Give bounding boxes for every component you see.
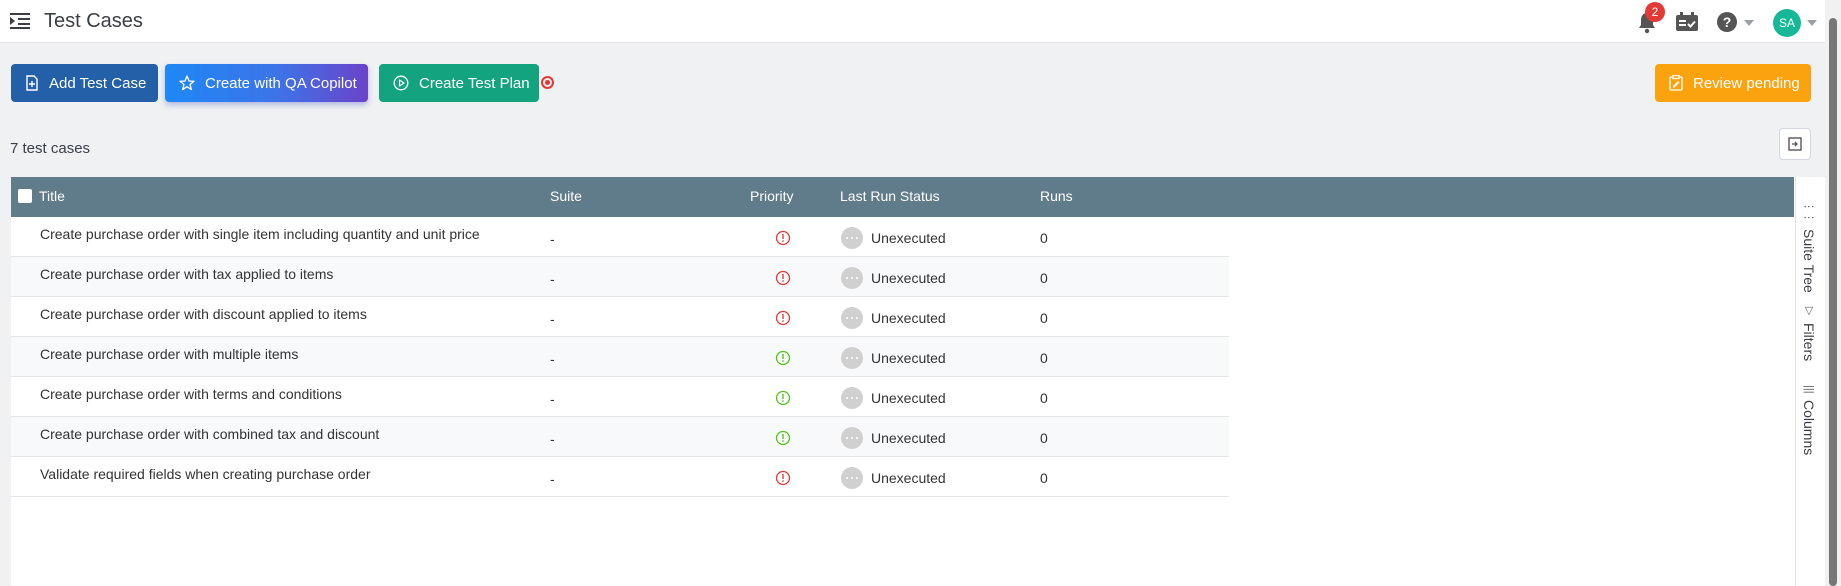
panel-collapse-icon xyxy=(1788,137,1802,151)
table-row[interactable]: Create purchase order with terms and con… xyxy=(11,377,1229,417)
row-title[interactable]: Create purchase order with terms and con… xyxy=(40,386,342,402)
add-test-case-label: Add Test Case xyxy=(49,74,147,92)
row-title[interactable]: Validate required fields when creating p… xyxy=(40,466,371,482)
priority-low-icon xyxy=(775,390,791,406)
column-header-priority[interactable]: Priority xyxy=(750,188,794,204)
svg-text:?: ? xyxy=(1723,14,1732,30)
status-pending-icon xyxy=(841,267,863,289)
review-pending-label: Review pending xyxy=(1693,74,1800,92)
tree-icon: ⋮⋮ xyxy=(1802,201,1815,223)
tab-filters[interactable]: ▽ Filters xyxy=(1801,304,1817,361)
tab-suite-tree[interactable]: ⋮⋮ Suite Tree xyxy=(1801,201,1817,293)
table-row[interactable]: Create purchase order with combined tax … xyxy=(11,417,1229,457)
column-header-last-run-status[interactable]: Last Run Status xyxy=(840,188,940,204)
row-runs: 0 xyxy=(1040,390,1048,406)
tab-suite-tree-label: Suite Tree xyxy=(1801,229,1817,293)
row-status: Unexecuted xyxy=(871,270,946,286)
side-panel: ⋮⋮ Suite Tree ▽ Filters ||| Columns xyxy=(1795,177,1825,586)
row-suite: - xyxy=(550,271,555,287)
user-menu[interactable]: SA xyxy=(1773,9,1821,37)
columns-icon: ||| xyxy=(1803,385,1815,394)
row-status: Unexecuted xyxy=(871,310,946,326)
column-header-suite[interactable]: Suite xyxy=(550,188,582,204)
grid-header: Title Suite Priority Last Run Status Run… xyxy=(11,177,1794,217)
row-suite: - xyxy=(550,431,555,447)
status-pending-icon xyxy=(841,467,863,489)
review-pending-button[interactable]: Review pending xyxy=(1655,64,1811,102)
row-suite: - xyxy=(550,311,555,327)
play-circle-icon xyxy=(393,75,409,91)
row-status: Unexecuted xyxy=(871,430,946,446)
clipboard-edit-icon xyxy=(1669,75,1683,91)
status-pending-icon xyxy=(841,307,863,329)
priority-high-icon xyxy=(775,470,791,486)
priority-high-icon xyxy=(775,310,791,326)
add-test-case-button[interactable]: Add Test Case xyxy=(11,64,158,102)
table-row[interactable]: Create purchase order with single item i… xyxy=(11,217,1229,257)
priority-high-icon xyxy=(775,230,791,246)
page-title: Test Cases xyxy=(44,10,143,32)
row-title[interactable]: Create purchase order with combined tax … xyxy=(40,426,379,442)
chevron-down-icon xyxy=(1807,20,1817,26)
create-with-qa-copilot-label: Create with QA Copilot xyxy=(205,74,357,92)
grid-body: Create purchase order with single item i… xyxy=(11,217,1229,517)
table-row[interactable]: Create purchase order with discount appl… xyxy=(11,297,1229,337)
row-suite: - xyxy=(550,471,555,487)
top-bar: Test Cases 2 ? SA xyxy=(0,0,1825,43)
page-scrollbar[interactable] xyxy=(1825,0,1841,586)
row-status: Unexecuted xyxy=(871,230,946,246)
row-status: Unexecuted xyxy=(871,350,946,366)
row-title[interactable]: Create purchase order with single item i… xyxy=(40,226,480,242)
row-runs: 0 xyxy=(1040,350,1048,366)
tab-columns-label: Columns xyxy=(1801,399,1817,455)
select-all-checkbox[interactable] xyxy=(18,189,32,203)
row-status: Unexecuted xyxy=(871,470,946,486)
row-runs: 0 xyxy=(1040,270,1048,286)
calendar-check-icon[interactable] xyxy=(1675,12,1699,32)
priority-low-icon xyxy=(775,430,791,446)
row-runs: 0 xyxy=(1040,430,1048,446)
menu-collapse-icon[interactable] xyxy=(10,12,30,30)
table-row[interactable]: Create purchase order with multiple item… xyxy=(11,337,1229,377)
create-test-plan-label: Create Test Plan xyxy=(419,74,530,92)
column-toggle-button[interactable] xyxy=(1779,128,1811,160)
priority-low-icon xyxy=(775,350,791,366)
priority-high-icon xyxy=(775,270,791,286)
scrollbar-thumb[interactable] xyxy=(1829,18,1837,586)
row-suite: - xyxy=(550,231,555,247)
avatar: SA xyxy=(1773,9,1801,37)
column-header-runs[interactable]: Runs xyxy=(1040,188,1073,204)
row-runs: 0 xyxy=(1040,230,1048,246)
column-header-title[interactable]: Title xyxy=(39,188,65,204)
status-pending-icon xyxy=(841,427,863,449)
row-suite: - xyxy=(550,351,555,367)
create-test-plan-button[interactable]: Create Test Plan xyxy=(379,64,539,102)
tab-filters-label: Filters xyxy=(1801,323,1817,362)
row-runs: 0 xyxy=(1040,470,1048,486)
notification-badge: 2 xyxy=(1645,2,1665,22)
table-row[interactable]: Validate required fields when creating p… xyxy=(11,457,1229,497)
create-with-qa-copilot-button[interactable]: Create with QA Copilot xyxy=(165,64,368,102)
table-row[interactable]: Create purchase order with tax applied t… xyxy=(11,257,1229,297)
help-icon[interactable]: ? xyxy=(1716,11,1758,33)
file-add-icon xyxy=(26,75,38,91)
row-title[interactable]: Create purchase order with tax applied t… xyxy=(40,266,333,282)
status-pending-icon xyxy=(841,347,863,369)
test-case-grid: Title Suite Priority Last Run Status Run… xyxy=(11,177,1795,586)
record-icon[interactable] xyxy=(541,76,554,89)
row-runs: 0 xyxy=(1040,310,1048,326)
tab-columns[interactable]: ||| Columns xyxy=(1801,385,1817,455)
row-suite: - xyxy=(550,391,555,407)
status-pending-icon xyxy=(841,227,863,249)
status-pending-icon xyxy=(841,387,863,409)
filter-icon: ▽ xyxy=(1802,304,1815,317)
star-icon xyxy=(179,75,195,91)
row-title[interactable]: Create purchase order with discount appl… xyxy=(40,306,367,322)
row-title[interactable]: Create purchase order with multiple item… xyxy=(40,346,298,362)
row-status: Unexecuted xyxy=(871,390,946,406)
test-case-count: 7 test cases xyxy=(10,140,91,157)
